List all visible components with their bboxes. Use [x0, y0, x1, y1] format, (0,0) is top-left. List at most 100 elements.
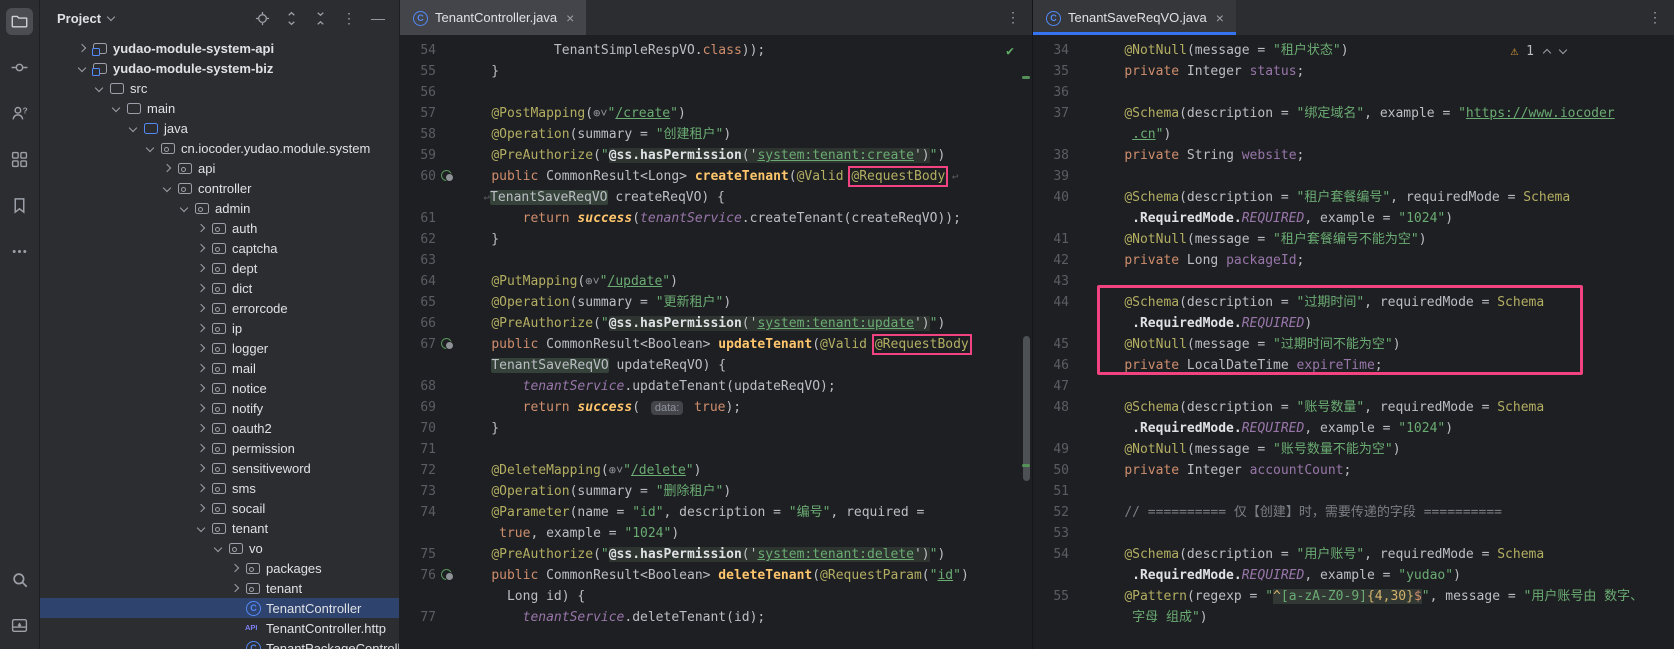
more-tool-windows-icon[interactable] — [6, 238, 33, 265]
open-in-http-client-icon[interactable] — [441, 170, 452, 181]
tree-item-sms[interactable]: sms — [40, 478, 399, 498]
code-line[interactable]: ↩TenantSaveReqVO createReqVO) { — [400, 187, 1032, 208]
more-options-icon[interactable]: ⋮ — [338, 7, 360, 29]
tree-item-main[interactable]: main — [40, 98, 399, 118]
code-line[interactable]: 54 TenantSimpleRespVO.class)); — [400, 40, 1032, 61]
next-problem-icon[interactable] — [1559, 46, 1567, 54]
open-in-http-client-icon[interactable] — [441, 338, 452, 349]
code-line[interactable]: 39 — [1033, 166, 1674, 187]
hide-panel-icon[interactable]: — — [367, 7, 389, 29]
pull-requests-icon[interactable]: ? — [6, 100, 33, 127]
code-line[interactable]: .RequiredMode.REQUIRED) — [1033, 313, 1674, 334]
left-code-area[interactable]: 54 TenantSimpleRespVO.class));55 }5657 @… — [400, 36, 1032, 649]
code-line[interactable]: 66 @PreAuthorize("@ss.hasPermission('sys… — [400, 313, 1032, 334]
code-line[interactable]: 65 @Operation(summary = "更新租户") — [400, 292, 1032, 313]
tree-item-ip[interactable]: ip — [40, 318, 399, 338]
code-line[interactable]: 字母 组成") — [1033, 607, 1674, 628]
tree-item-captcha[interactable]: captcha — [40, 238, 399, 258]
code-line[interactable]: .RequiredMode.REQUIRED, example = "1024"… — [1033, 208, 1674, 229]
scrollbar-thumb[interactable] — [1023, 336, 1030, 481]
chevron-collapsed-icon[interactable] — [78, 44, 87, 53]
code-line[interactable]: .RequiredMode.REQUIRED, example = "1024"… — [1033, 418, 1674, 439]
code-line[interactable]: 57 @PostMapping(⊕˅"/create") — [400, 103, 1032, 124]
tree-item-controller[interactable]: controller — [40, 178, 399, 198]
chevron-collapsed-icon[interactable] — [197, 324, 206, 333]
code-line[interactable]: 62 } — [400, 229, 1032, 250]
code-line[interactable]: 67 public CommonResult<Boolean> updateTe… — [400, 334, 1032, 355]
project-tree[interactable]: yudao-module-system-apiyudao-module-syst… — [40, 36, 399, 649]
tree-item-admin[interactable]: admin — [40, 198, 399, 218]
commit-icon[interactable] — [6, 54, 33, 81]
inspection-widget[interactable]: ⚠ 1 — [1511, 41, 1566, 62]
chevron-collapsed-icon[interactable] — [197, 404, 206, 413]
tree-item-logger[interactable]: logger — [40, 338, 399, 358]
tree-item-auth[interactable]: auth — [40, 218, 399, 238]
code-line[interactable]: 55 } — [400, 61, 1032, 82]
tree-item-socail[interactable]: socail — [40, 498, 399, 518]
code-line[interactable]: 38 private String website; — [1033, 145, 1674, 166]
tree-item-packages[interactable]: packages — [40, 558, 399, 578]
chevron-collapsed-icon[interactable] — [197, 504, 206, 513]
chevron-expanded-icon[interactable] — [146, 144, 155, 153]
tree-item-notice[interactable]: notice — [40, 378, 399, 398]
code-line[interactable]: 48 @Schema(description = "账号数量", require… — [1033, 397, 1674, 418]
code-line[interactable]: .RequiredMode.REQUIRED, example = "yudao… — [1033, 565, 1674, 586]
previous-problem-icon[interactable] — [1543, 49, 1551, 57]
code-line[interactable]: 45 @NotNull(message = "过期时间不能为空") — [1033, 334, 1674, 355]
code-line[interactable]: 74 @Parameter(name = "id", description =… — [400, 502, 1032, 523]
tree-item-TenantController.http[interactable]: TenantController.http — [40, 618, 399, 638]
inspection-ok-icon[interactable]: ✔ — [1006, 41, 1014, 62]
structure-icon[interactable] — [6, 146, 33, 173]
code-line[interactable]: 71 — [400, 439, 1032, 460]
code-line[interactable]: 35 private Integer status; — [1033, 61, 1674, 82]
chevron-expanded-icon[interactable] — [214, 544, 223, 553]
tree-item-notify[interactable]: notify — [40, 398, 399, 418]
move-to-bottom-icon[interactable] — [6, 612, 33, 639]
code-line[interactable]: 59 @PreAuthorize("@ss.hasPermission('sys… — [400, 145, 1032, 166]
tree-item-oauth2[interactable]: oauth2 — [40, 418, 399, 438]
code-line[interactable]: 41 @NotNull(message = "租户套餐编号不能为空") — [1033, 229, 1674, 250]
tree-item-api[interactable]: api — [40, 158, 399, 178]
code-line[interactable]: 40 @Schema(description = "租户套餐编号", requi… — [1033, 187, 1674, 208]
code-line[interactable]: 34 @NotNull(message = "租户状态") — [1033, 40, 1674, 61]
chevron-collapsed-icon[interactable] — [231, 584, 240, 593]
chevron-collapsed-icon[interactable] — [197, 264, 206, 273]
code-line[interactable]: 43 — [1033, 271, 1674, 292]
tree-item-mail[interactable]: mail — [40, 358, 399, 378]
code-line[interactable]: 76 public CommonResult<Boolean> deleteTe… — [400, 565, 1032, 586]
tree-item-TenantController[interactable]: TenantController — [40, 598, 399, 618]
chevron-collapsed-icon[interactable] — [197, 344, 206, 353]
close-icon[interactable]: × — [566, 10, 574, 26]
code-line[interactable]: 60 public CommonResult<Long> createTenan… — [400, 166, 1032, 187]
code-line[interactable]: Long id) { — [400, 586, 1032, 607]
chevron-collapsed-icon[interactable] — [197, 284, 206, 293]
code-line[interactable]: 37 @Schema(description = "绑定域名", example… — [1033, 103, 1674, 124]
code-line[interactable]: 58 @Operation(summary = "创建租户") — [400, 124, 1032, 145]
code-line[interactable]: 42 private Long packageId; — [1033, 250, 1674, 271]
code-line[interactable]: 70 } — [400, 418, 1032, 439]
code-line[interactable]: 50 private Integer accountCount; — [1033, 460, 1674, 481]
chevron-collapsed-icon[interactable] — [197, 424, 206, 433]
code-line[interactable]: TenantSaveReqVO updateReqVO) { — [400, 355, 1032, 376]
locate-file-icon[interactable] — [251, 7, 273, 29]
code-line[interactable]: 52 // ========== 仅【创建】时，需要传递的字段 ========… — [1033, 502, 1674, 523]
chevron-expanded-icon[interactable] — [163, 184, 172, 193]
tree-item-dict[interactable]: dict — [40, 278, 399, 298]
tree-item-tenant[interactable]: tenant — [40, 578, 399, 598]
code-line[interactable]: 46 private LocalDateTime expireTime; — [1033, 355, 1674, 376]
chevron-collapsed-icon[interactable] — [231, 564, 240, 573]
code-line[interactable]: 72 @DeleteMapping(⊕˅"/delete") — [400, 460, 1032, 481]
chevron-collapsed-icon[interactable] — [197, 444, 206, 453]
chevron-collapsed-icon[interactable] — [197, 304, 206, 313]
code-line[interactable]: 61 return success(tenantService.createTe… — [400, 208, 1032, 229]
project-view-icon[interactable] — [6, 8, 33, 35]
code-line[interactable]: 44 @Schema(description = "过期时间", require… — [1033, 292, 1674, 313]
code-line[interactable]: 64 @PutMapping(⊕˅"/update") — [400, 271, 1032, 292]
open-in-http-client-icon[interactable] — [441, 569, 452, 580]
tree-item-errorcode[interactable]: errorcode — [40, 298, 399, 318]
tree-item-vo[interactable]: vo — [40, 538, 399, 558]
bookmarks-icon[interactable] — [6, 192, 33, 219]
tree-item-tenant[interactable]: tenant — [40, 518, 399, 538]
editor-options-icon[interactable]: ⋮ — [1636, 0, 1674, 35]
left-scrollbar[interactable] — [1020, 36, 1032, 649]
